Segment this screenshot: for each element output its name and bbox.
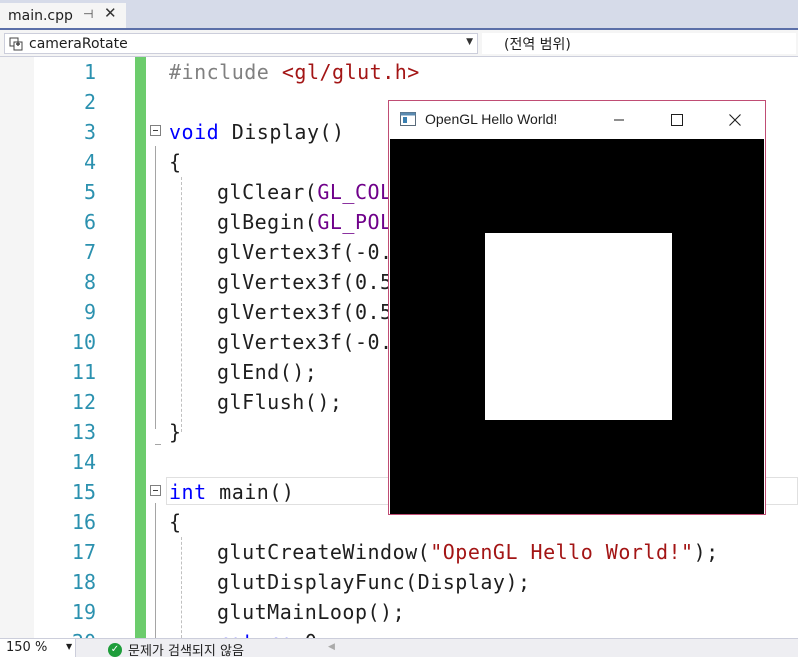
line-number: 10 — [71, 330, 96, 354]
code-text: glBegin(GL_POL — [217, 210, 393, 234]
scope-label: cameraRotate — [29, 35, 128, 52]
close-icon — [729, 114, 741, 126]
line-number: 15 — [71, 480, 96, 504]
pin-icon[interactable]: ⊣ — [83, 7, 93, 21]
code-line: 20 return 0; — [0, 627, 798, 638]
line-number: 8 — [83, 270, 96, 294]
line-number: 5 — [83, 180, 96, 204]
code-text: glClear(GL_COL — [217, 180, 393, 204]
line-number: 4 — [83, 150, 96, 174]
maximize-icon — [671, 114, 683, 126]
line-number: 11 — [71, 360, 96, 384]
line-number: 18 — [71, 570, 96, 594]
class-icon — [9, 37, 23, 50]
code-text: glVertex3f(-0. — [217, 330, 393, 354]
code-text: } — [169, 420, 182, 444]
member-label: (전역 범위) — [504, 36, 571, 53]
window-title: OpenGL Hello World! — [425, 111, 558, 127]
issues-label: 문제가 검색되지 않음 — [128, 644, 244, 659]
code-text: glFlush(); — [217, 390, 343, 414]
minimize-button[interactable] — [590, 101, 648, 139]
zoom-level: 150 % — [6, 640, 48, 655]
white-square — [485, 233, 672, 420]
line-number: 19 — [71, 600, 96, 624]
tab-main-cpp[interactable]: main.cpp ⊣ ✕ — [0, 3, 126, 28]
member-dropdown[interactable]: (전역 범위) — [482, 33, 796, 54]
line-number: 12 — [71, 390, 96, 414]
line-number: 16 — [71, 510, 96, 534]
scroll-left-icon[interactable]: ◀ — [328, 642, 335, 652]
code-text: glutMainLoop(); — [217, 600, 406, 624]
collapse-icon[interactable] — [150, 485, 161, 496]
collapse-icon[interactable] — [150, 125, 161, 136]
code-line: 19 glutMainLoop(); — [0, 597, 798, 627]
line-number: 3 — [83, 120, 96, 144]
line-number: 14 — [71, 450, 96, 474]
zoom-dropdown[interactable]: 150 % ▼ — [0, 639, 76, 657]
chevron-down-icon[interactable]: ▼ — [66, 642, 72, 651]
line-number: 13 — [71, 420, 96, 444]
code-text: glVertex3f(-0. — [217, 240, 393, 264]
maximize-button[interactable] — [648, 101, 706, 139]
window-titlebar[interactable]: OpenGL Hello World! — [389, 101, 765, 139]
line-number: 9 — [83, 300, 96, 324]
code-line: 1 #include <gl/glut.h> — [0, 57, 798, 87]
code-text: int main() — [169, 480, 295, 504]
opengl-window[interactable]: OpenGL Hello World! — [388, 100, 766, 515]
code-text: glVertex3f(0.5 — [217, 270, 393, 294]
minimize-icon — [614, 119, 624, 121]
code-text: glVertex3f(0.5 — [217, 300, 393, 324]
line-number: 7 — [83, 240, 96, 264]
opengl-canvas[interactable] — [390, 139, 764, 514]
issues-indicator[interactable]: ✓ 문제가 검색되지 않음 — [108, 640, 244, 659]
line-number: 2 — [83, 90, 96, 114]
app-icon — [400, 112, 416, 126]
scope-dropdown[interactable]: cameraRotate ▼ — [4, 33, 478, 54]
line-number: 20 — [40, 627, 96, 638]
code-line: 18 glutDisplayFunc(Display); — [0, 567, 798, 597]
code-text: #include <gl/glut.h> — [169, 60, 420, 84]
close-button[interactable] — [706, 101, 764, 139]
code-text: void Display() — [169, 120, 345, 144]
navigation-bar: cameraRotate ▼ (전역 범위) — [0, 30, 798, 57]
code-text: glutDisplayFunc(Display); — [217, 570, 531, 594]
tab-bar: main.cpp ⊣ ✕ — [0, 0, 798, 30]
code-text: glutCreateWindow("OpenGL Hello World!"); — [217, 540, 719, 564]
code-line: 17 glutCreateWindow("OpenGL Hello World!… — [0, 537, 798, 567]
tab-label: main.cpp — [8, 7, 73, 24]
code-text: glEnd(); — [217, 360, 318, 384]
line-number: 1 — [83, 60, 96, 84]
check-circle-icon: ✓ — [108, 642, 122, 657]
code-text: { — [169, 150, 182, 174]
line-number: 17 — [71, 540, 96, 564]
line-number: 6 — [83, 210, 96, 234]
code-text: return 0; — [217, 627, 330, 638]
code-text: { — [169, 510, 182, 534]
editor-status-bar: 150 % ▼ ✓ 문제가 검색되지 않음 ◀ — [0, 638, 798, 659]
close-icon[interactable]: ✕ — [104, 4, 117, 22]
chevron-down-icon[interactable]: ▼ — [466, 37, 473, 47]
